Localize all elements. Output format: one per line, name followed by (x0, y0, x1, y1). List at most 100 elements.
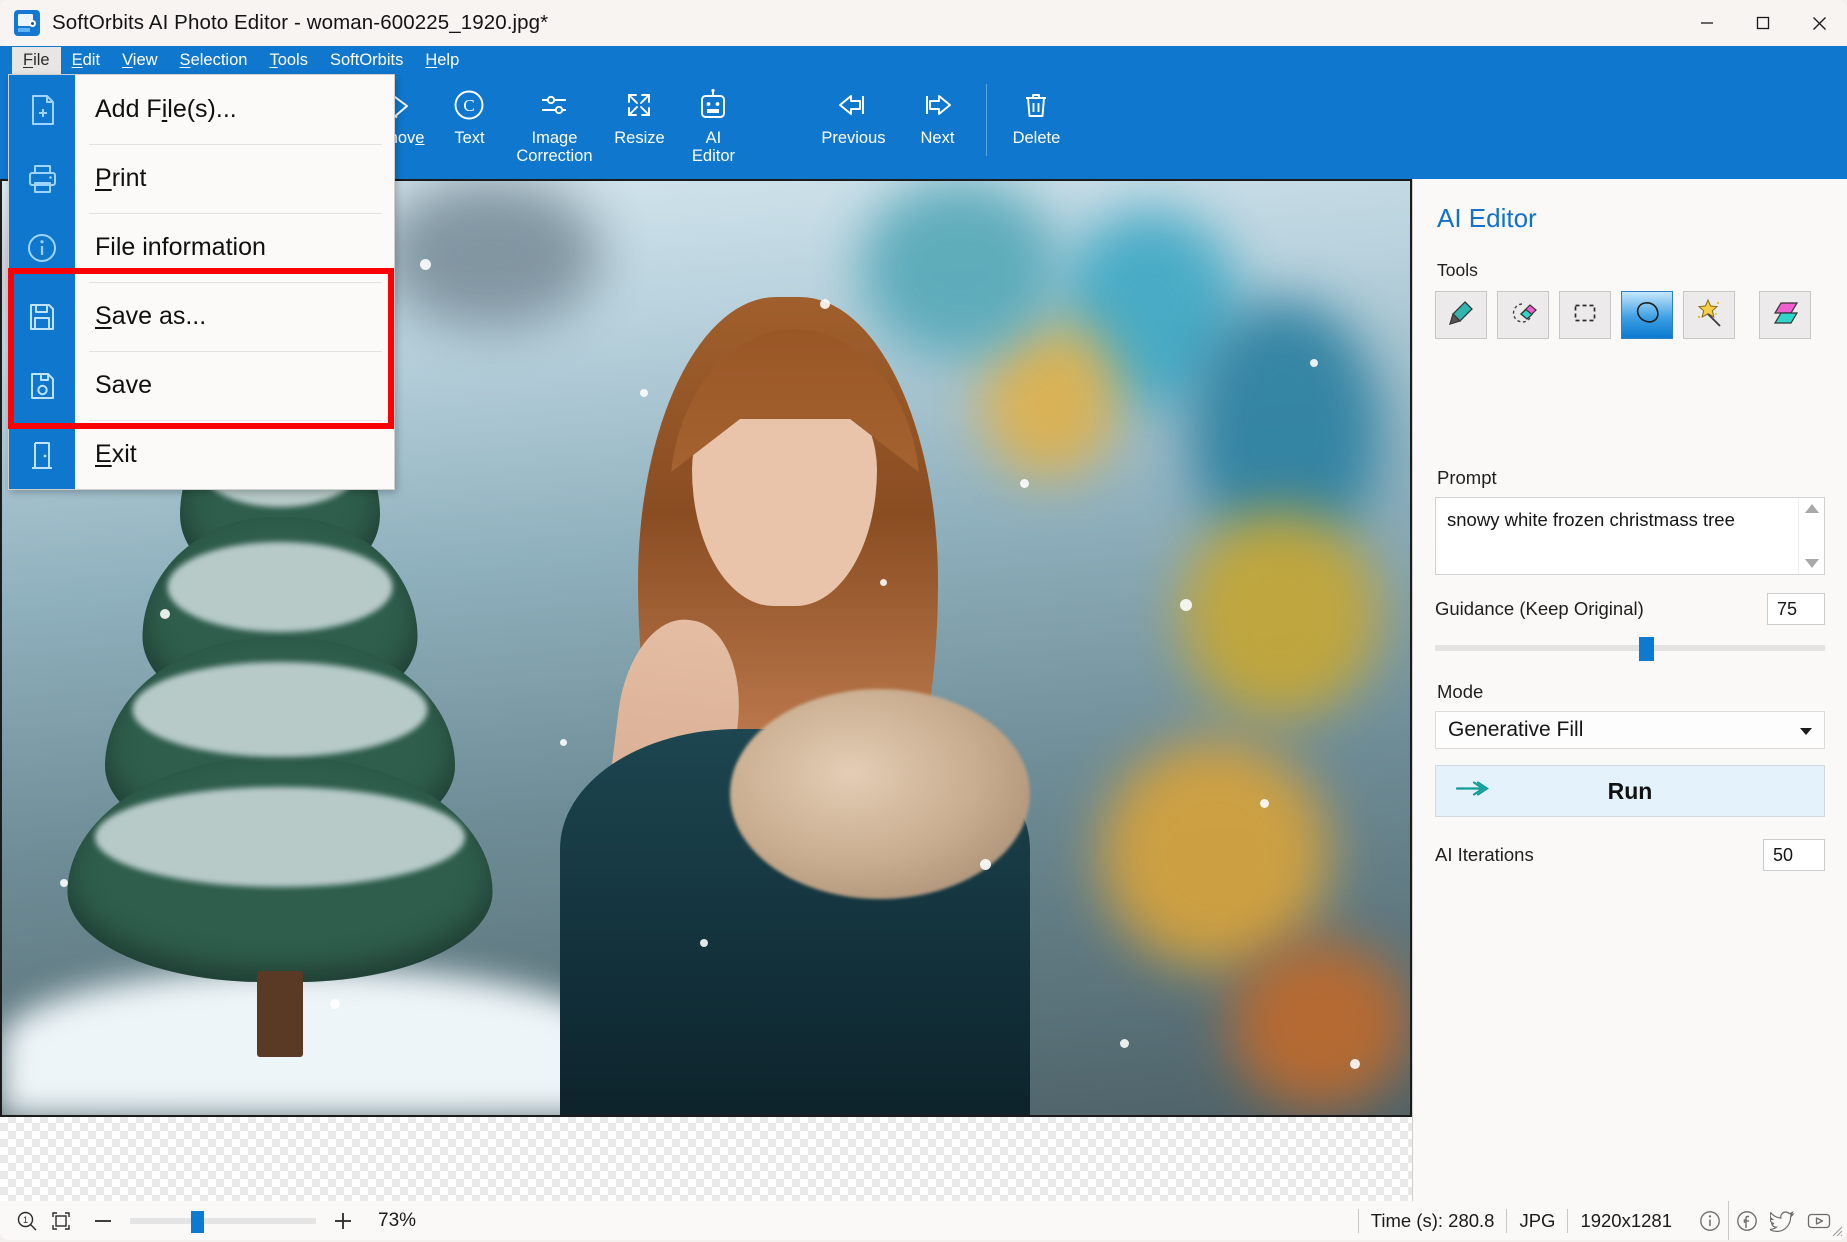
menu-item-save[interactable]: Save (9, 351, 394, 420)
exit-door-icon (9, 420, 75, 489)
toolbar-delete-button[interactable]: Delete (999, 74, 1073, 170)
toolbar-image-correction-button[interactable]: Image Correction (506, 74, 602, 170)
info-circle-icon (9, 213, 75, 282)
menu-selection[interactable]: Selection (169, 47, 259, 74)
magic-wand-tool-button[interactable] (1683, 291, 1735, 339)
panel-title: AI Editor (1437, 203, 1537, 233)
window-title: SoftOrbits AI Photo Editor - woman-60022… (52, 11, 549, 34)
toolbar-ai-editor-button[interactable]: AI Editor (676, 74, 750, 170)
iterations-label: AI Iterations (1435, 844, 1534, 865)
prompt-value: snowy white frozen christmass tree (1447, 509, 1735, 530)
guidance-slider-thumb[interactable] (1638, 637, 1654, 661)
ai-editor-panel: AI Editor Tools Prompt snowy white froze… (1413, 179, 1847, 1201)
dashed-rectangle-icon (1570, 298, 1600, 333)
close-button[interactable] (1791, 0, 1847, 46)
app-logo-icon (14, 10, 40, 36)
menu-item-exit[interactable]: Exit (9, 420, 394, 489)
twitter-icon[interactable] (1765, 1201, 1801, 1240)
menu-item-exit-label: Exit (95, 440, 137, 468)
toolbar-text-label: Text (454, 129, 485, 147)
menu-item-print[interactable]: Print (9, 144, 394, 213)
zoom-slider[interactable] (130, 1210, 316, 1233)
lasso-icon (1632, 298, 1662, 333)
menu-view[interactable]: View (111, 47, 168, 74)
brush-tool-button[interactable] (1435, 291, 1487, 339)
transparent-area (0, 1117, 1412, 1201)
scroll-up-arrow-icon[interactable] (1804, 504, 1819, 513)
add-file-icon (9, 75, 75, 144)
toolbar-ai-editor-label: AI Editor (691, 129, 735, 165)
menu-file[interactable]: File (12, 46, 61, 74)
toolbar-image-correction-label: Image Correction (516, 129, 593, 165)
sliders-icon (534, 82, 574, 128)
zoom-percent-label: 73% (378, 1209, 417, 1231)
maximize-button[interactable] (1735, 0, 1791, 46)
iterations-row: AI Iterations 50 (1435, 839, 1825, 871)
status-bar: 1 73% Time (s): 280.8 JPG 1920x1281 (0, 1201, 1847, 1240)
menu-help[interactable]: Help (414, 47, 470, 74)
toolbar-previous-button[interactable]: Previous (806, 74, 900, 170)
copyright-circle-icon: C (449, 82, 489, 128)
toolbar-resize-label: Resize (614, 129, 665, 147)
eraser-tool-button[interactable] (1497, 291, 1549, 339)
scroll-down-arrow-icon[interactable] (1804, 559, 1819, 568)
menu-item-file-information-label: File information (95, 233, 266, 261)
run-button-label: Run (1607, 777, 1653, 804)
arrow-left-icon (833, 82, 873, 128)
expand-arrows-icon (619, 82, 659, 128)
menu-item-add-files-label: Add File(s)... (95, 95, 237, 123)
guidance-slider-track (1435, 645, 1825, 651)
fill-tool-button[interactable] (1759, 291, 1811, 339)
prompt-scrollbar[interactable] (1798, 498, 1824, 574)
prompt-textarea[interactable]: snowy white frozen christmass tree (1435, 497, 1825, 575)
lasso-select-tool-button[interactable] (1621, 291, 1673, 339)
status-dimensions: 1920x1281 (1567, 1208, 1692, 1233)
eraser-brush-icon (1508, 298, 1538, 333)
status-time: Time (s): 280.8 (1357, 1208, 1507, 1233)
mode-label: Mode (1437, 681, 1484, 702)
trash-icon (1016, 82, 1056, 128)
tools-row (1435, 291, 1825, 339)
facebook-icon[interactable] (1728, 1201, 1765, 1240)
menu-item-save-as[interactable]: Save as... (9, 282, 394, 351)
rectangle-select-tool-button[interactable] (1559, 291, 1611, 339)
save-as-floppy-icon (9, 282, 75, 351)
menu-item-file-information[interactable]: File information (9, 213, 394, 282)
info-circle-icon[interactable] (1692, 1201, 1728, 1240)
arrow-right-icon (917, 82, 957, 128)
zoom-one-to-one-icon[interactable]: 1 (10, 1201, 44, 1240)
mode-selected-value: Generative Fill (1448, 718, 1584, 741)
save-floppy-icon (9, 351, 75, 420)
magic-wand-icon (1694, 298, 1724, 333)
status-right-group: Time (s): 280.8 JPG 1920x1281 (1357, 1201, 1837, 1240)
toolbar-resize-button[interactable]: Resize (602, 74, 676, 170)
woman-subject (520, 259, 1080, 1117)
printer-icon (9, 144, 75, 213)
menu-tools[interactable]: Tools (258, 47, 319, 74)
guidance-slider[interactable] (1435, 637, 1825, 661)
run-arrow-icon (1454, 778, 1490, 805)
menu-softorbits[interactable]: SoftOrbits (319, 47, 414, 74)
fit-to-window-icon[interactable] (44, 1201, 78, 1240)
toolbar-next-button[interactable]: Next (900, 74, 974, 170)
guidance-label: Guidance (Keep Original) (1435, 598, 1644, 619)
prompt-label: Prompt (1437, 467, 1497, 488)
toolbar-text-button[interactable]: C Text (432, 74, 506, 170)
minimize-button[interactable] (1679, 0, 1735, 46)
robot-icon (693, 82, 733, 128)
zoom-out-icon[interactable] (86, 1201, 120, 1240)
tools-section-label: Tools (1437, 260, 1478, 280)
run-button[interactable]: Run (1435, 765, 1825, 817)
menu-bar: File Edit View Selection Tools SoftOrbit… (0, 46, 1847, 74)
resize-grip-icon[interactable] (1829, 1223, 1843, 1237)
menu-item-add-files[interactable]: Add File(s)... (9, 75, 394, 144)
toolbar-previous-label: Previous (821, 129, 886, 147)
mode-select[interactable]: Generative Fill (1435, 711, 1825, 749)
zoom-in-icon[interactable] (326, 1201, 360, 1240)
menu-edit[interactable]: Edit (61, 47, 111, 74)
iterations-value-input[interactable]: 50 (1763, 839, 1825, 871)
zoom-slider-thumb[interactable] (190, 1210, 204, 1233)
marker-pen-icon (1446, 298, 1476, 333)
file-menu-dropdown[interactable]: Add File(s)... Print File information Sa… (8, 74, 395, 490)
guidance-value-input[interactable]: 75 (1767, 593, 1825, 625)
